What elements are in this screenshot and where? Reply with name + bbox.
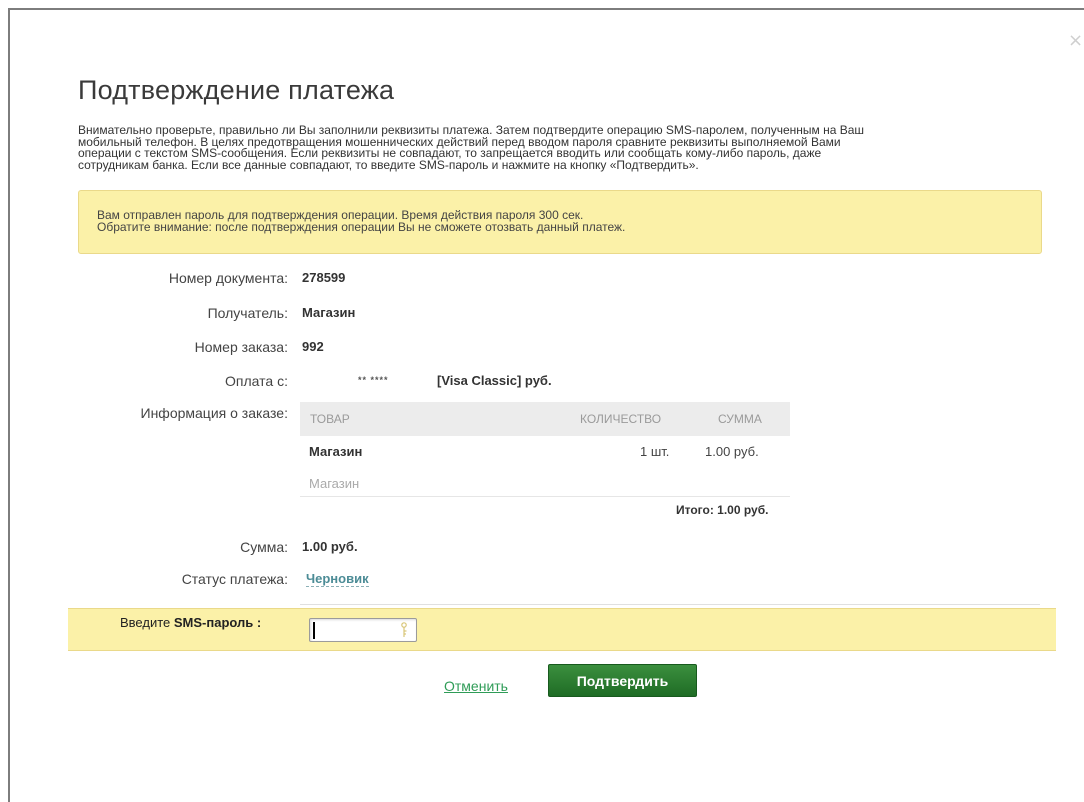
close-icon[interactable]: × — [1068, 32, 1083, 50]
header-sum: СУММА — [718, 412, 762, 426]
sms-password-input[interactable] — [310, 619, 396, 641]
header-qty: КОЛИЧЕСТВО — [580, 412, 662, 426]
doc-number-label: Номер документа: — [168, 270, 288, 286]
recipient-value: Магазин — [302, 305, 356, 320]
order-total: Итого: 1.00 руб. — [676, 503, 769, 517]
row-item: Магазин — [309, 476, 360, 491]
intro-line: сотрудникам банка. Если все данные совпа… — [78, 157, 699, 172]
status-row: Статус платежа: Черновик — [0, 571, 800, 589]
page-title: Подтверждение платежа — [78, 75, 395, 105]
order-number-label: Номер заказа: — [194, 339, 288, 355]
card-mask: ** **** — [358, 375, 389, 385]
pay-from-label: Оплата с: — [225, 373, 288, 389]
sms-label-bold: SMS-пароль : — [173, 615, 262, 630]
notice-line: Обратите внимание: после подтверждения о… — [97, 220, 626, 234]
key-icon — [401, 622, 407, 637]
sms-label-prefix: Введите — [120, 615, 174, 630]
order-number-value: 992 — [302, 339, 324, 354]
order-table-header: ТОВАР КОЛИЧЕСТВО СУММА — [300, 402, 790, 436]
doc-number-row: Номер документа: 278599 — [0, 270, 800, 288]
amount-label: Сумма: — [240, 539, 288, 555]
password-sent-notice: Вам отправлен пароль для подтверждения о… — [78, 190, 1042, 254]
amount-row: Сумма: 1.00 руб. — [0, 539, 800, 557]
cancel-link[interactable]: Отменить — [444, 678, 508, 694]
row-sum: 1.00 руб. — [705, 444, 759, 459]
recipient-label: Получатель: — [207, 305, 288, 321]
pay-from-row: Оплата с: ** **** [Visa Classic] руб. — [0, 373, 800, 391]
confirm-button[interactable]: Подтвердить — [548, 664, 697, 697]
text-caret — [313, 622, 315, 639]
header-item: ТОВАР — [310, 412, 350, 426]
order-info-label: Информация о заказе: — [140, 405, 289, 421]
card-name: [Visa Classic] руб. — [437, 373, 552, 388]
row-qty: 1 шт. — [640, 444, 670, 459]
amount-value: 1.00 руб. — [302, 539, 358, 554]
recipient-row: Получатель: Магазин — [0, 305, 800, 323]
sms-password-label: Введите SMS-пароль : — [120, 615, 261, 630]
table-divider — [300, 496, 790, 497]
status-label: Статус платежа: — [181, 571, 288, 587]
sms-password-input-wrap[interactable] — [309, 618, 417, 642]
order-number-row: Номер заказа: 992 — [0, 339, 800, 357]
intro-text: Внимательно проверьте, правильно ли Вы з… — [78, 124, 1048, 172]
row-item: Магазин — [309, 444, 363, 459]
order-table: ТОВАР КОЛИЧЕСТВО СУММА Магазин 1 шт. 1.0… — [300, 402, 790, 500]
doc-number-value: 278599 — [302, 270, 346, 285]
table-row: Магазин 1 шт. 1.00 руб. — [300, 436, 790, 468]
status-link[interactable]: Черновик — [306, 571, 369, 587]
divider — [300, 604, 1040, 605]
